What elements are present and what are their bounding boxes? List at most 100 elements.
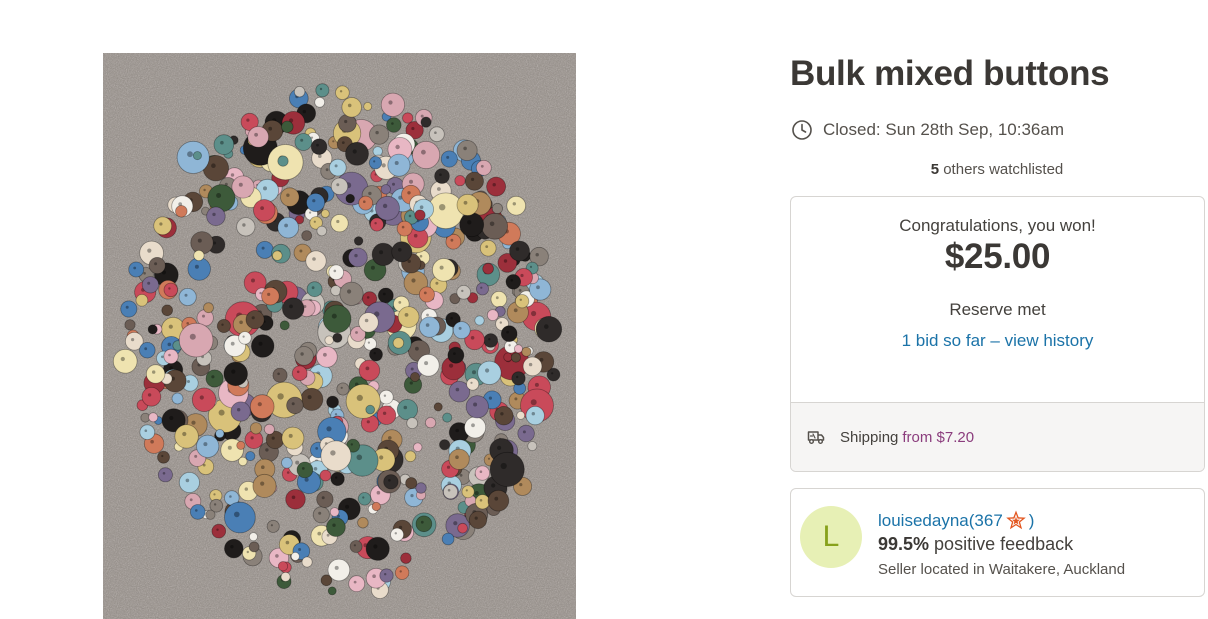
photo-button-shape xyxy=(192,151,202,161)
photo-button-hole xyxy=(323,352,327,357)
photo-button-shape xyxy=(341,97,362,118)
photo-button-hole xyxy=(497,445,502,450)
photo-button-hole xyxy=(199,395,204,400)
photo-button-hole xyxy=(495,296,499,300)
photo-button-hole xyxy=(395,144,400,150)
photo-button-shape xyxy=(148,256,166,274)
photo-button-shape xyxy=(253,199,276,222)
photo-button-shape xyxy=(412,141,441,170)
photo-button-hole xyxy=(488,338,491,341)
photo-button-hole xyxy=(392,182,395,186)
photo-button-shape xyxy=(230,401,251,422)
photo-button-shape xyxy=(193,249,205,262)
photo-button-shape xyxy=(330,471,345,486)
photo-button-shape xyxy=(442,412,453,423)
photo-button-shape xyxy=(261,286,280,306)
photo-button-hole xyxy=(289,304,293,309)
seller-profile-link[interactable]: louisedayna (367 ) xyxy=(878,509,1034,533)
photo-button-hole xyxy=(355,331,358,334)
photo-button-hole xyxy=(500,462,507,470)
photo-button-shape xyxy=(409,371,420,382)
photo-button-hole xyxy=(154,262,158,266)
photo-button-hole xyxy=(144,347,148,351)
photo-button-shape xyxy=(353,236,364,246)
photo-button-hole xyxy=(437,187,441,191)
photo-button-shape xyxy=(272,367,288,383)
photo-button-shape xyxy=(429,126,445,142)
photo-button-shape xyxy=(128,261,145,278)
photo-button-shape xyxy=(475,282,489,296)
photo-button-hole xyxy=(184,293,188,297)
photo-button-hole xyxy=(246,550,249,554)
photo-button-hole xyxy=(473,402,478,407)
photo-button-hole xyxy=(288,433,293,438)
listing-photo[interactable] xyxy=(103,53,576,619)
photo-button-hole xyxy=(352,149,357,154)
photo-button-hole xyxy=(257,402,262,407)
photo-button-hole xyxy=(230,173,235,177)
seller-name[interactable]: louisedayna xyxy=(878,511,969,531)
photo-button-hole xyxy=(147,393,152,397)
photo-button-shape xyxy=(245,310,265,330)
photo-button-shape xyxy=(322,304,352,334)
photo-button-shape xyxy=(396,398,418,421)
photo-button-shape xyxy=(456,285,472,300)
photo-button-shape xyxy=(332,332,343,343)
photo-button-shape xyxy=(491,202,503,215)
photo-button-shape xyxy=(306,281,323,298)
photo-button-shape xyxy=(522,356,543,377)
photo-button-hole xyxy=(410,367,414,371)
photo-button-hole xyxy=(311,286,315,290)
bid-history-link[interactable]: 1 bid so far – view history xyxy=(791,331,1204,351)
feedback-percent: 99.5% xyxy=(878,534,930,554)
photo-button-hole xyxy=(220,140,224,145)
watchlist-number: 5 xyxy=(930,161,940,178)
photo-button-hole xyxy=(202,314,205,318)
photo-button-hole xyxy=(344,119,348,124)
photo-button-shape xyxy=(178,471,200,493)
photo-button-hole xyxy=(439,204,446,211)
photo-button-hole xyxy=(161,454,164,458)
photo-button-hole xyxy=(439,265,444,270)
photo-button-shape xyxy=(335,85,350,100)
shipping-row[interactable]: Shipping from $7.20 xyxy=(791,402,1204,471)
photo-button-shape xyxy=(368,124,390,145)
photo-button-hole xyxy=(474,516,478,520)
photo-button-shape xyxy=(330,177,349,196)
star-badge-icon xyxy=(1005,510,1026,530)
photo-button-hole xyxy=(403,405,408,410)
photo-button-hole xyxy=(260,481,265,486)
photo-button-shape xyxy=(363,102,373,111)
photo-button-shape xyxy=(357,492,372,506)
photo-button-shape xyxy=(277,216,300,239)
photo-button-hole xyxy=(367,341,370,344)
photo-button-shape xyxy=(457,522,468,534)
photo-button-shape xyxy=(365,404,376,415)
photo-button-shape xyxy=(176,140,210,174)
photo-button-shape xyxy=(378,389,394,405)
photo-button-shape xyxy=(224,501,256,534)
photo-button-hole xyxy=(298,548,302,551)
photo-button-hole xyxy=(458,326,462,330)
photo-button-shape xyxy=(330,214,349,233)
photo-button-hole xyxy=(213,503,217,506)
photo-button-shape xyxy=(316,346,338,368)
photo-button-hole xyxy=(379,455,384,460)
photo-button-hole xyxy=(295,460,300,465)
seller-card: L louisedayna (367 ) 99.5% positive feed… xyxy=(790,488,1205,597)
photo-button-hole xyxy=(335,476,338,479)
photo-button-shape xyxy=(452,321,471,340)
photo-button-shape xyxy=(348,575,366,593)
photo-button-hole xyxy=(317,531,322,536)
photo-button-hole xyxy=(263,186,267,191)
photo-button-shape xyxy=(320,574,333,587)
shipping-price: from $7.20 xyxy=(902,428,975,446)
photo-button-hole xyxy=(394,532,397,535)
photo-button-hole xyxy=(354,253,358,258)
photo-button-hole xyxy=(120,356,125,362)
photo-button-shape xyxy=(205,369,224,388)
photo-button-hole xyxy=(450,238,454,242)
photo-button-hole xyxy=(471,177,475,181)
photo-button-hole xyxy=(336,219,340,224)
seller-feedback: 99.5% positive feedback xyxy=(878,534,1073,555)
